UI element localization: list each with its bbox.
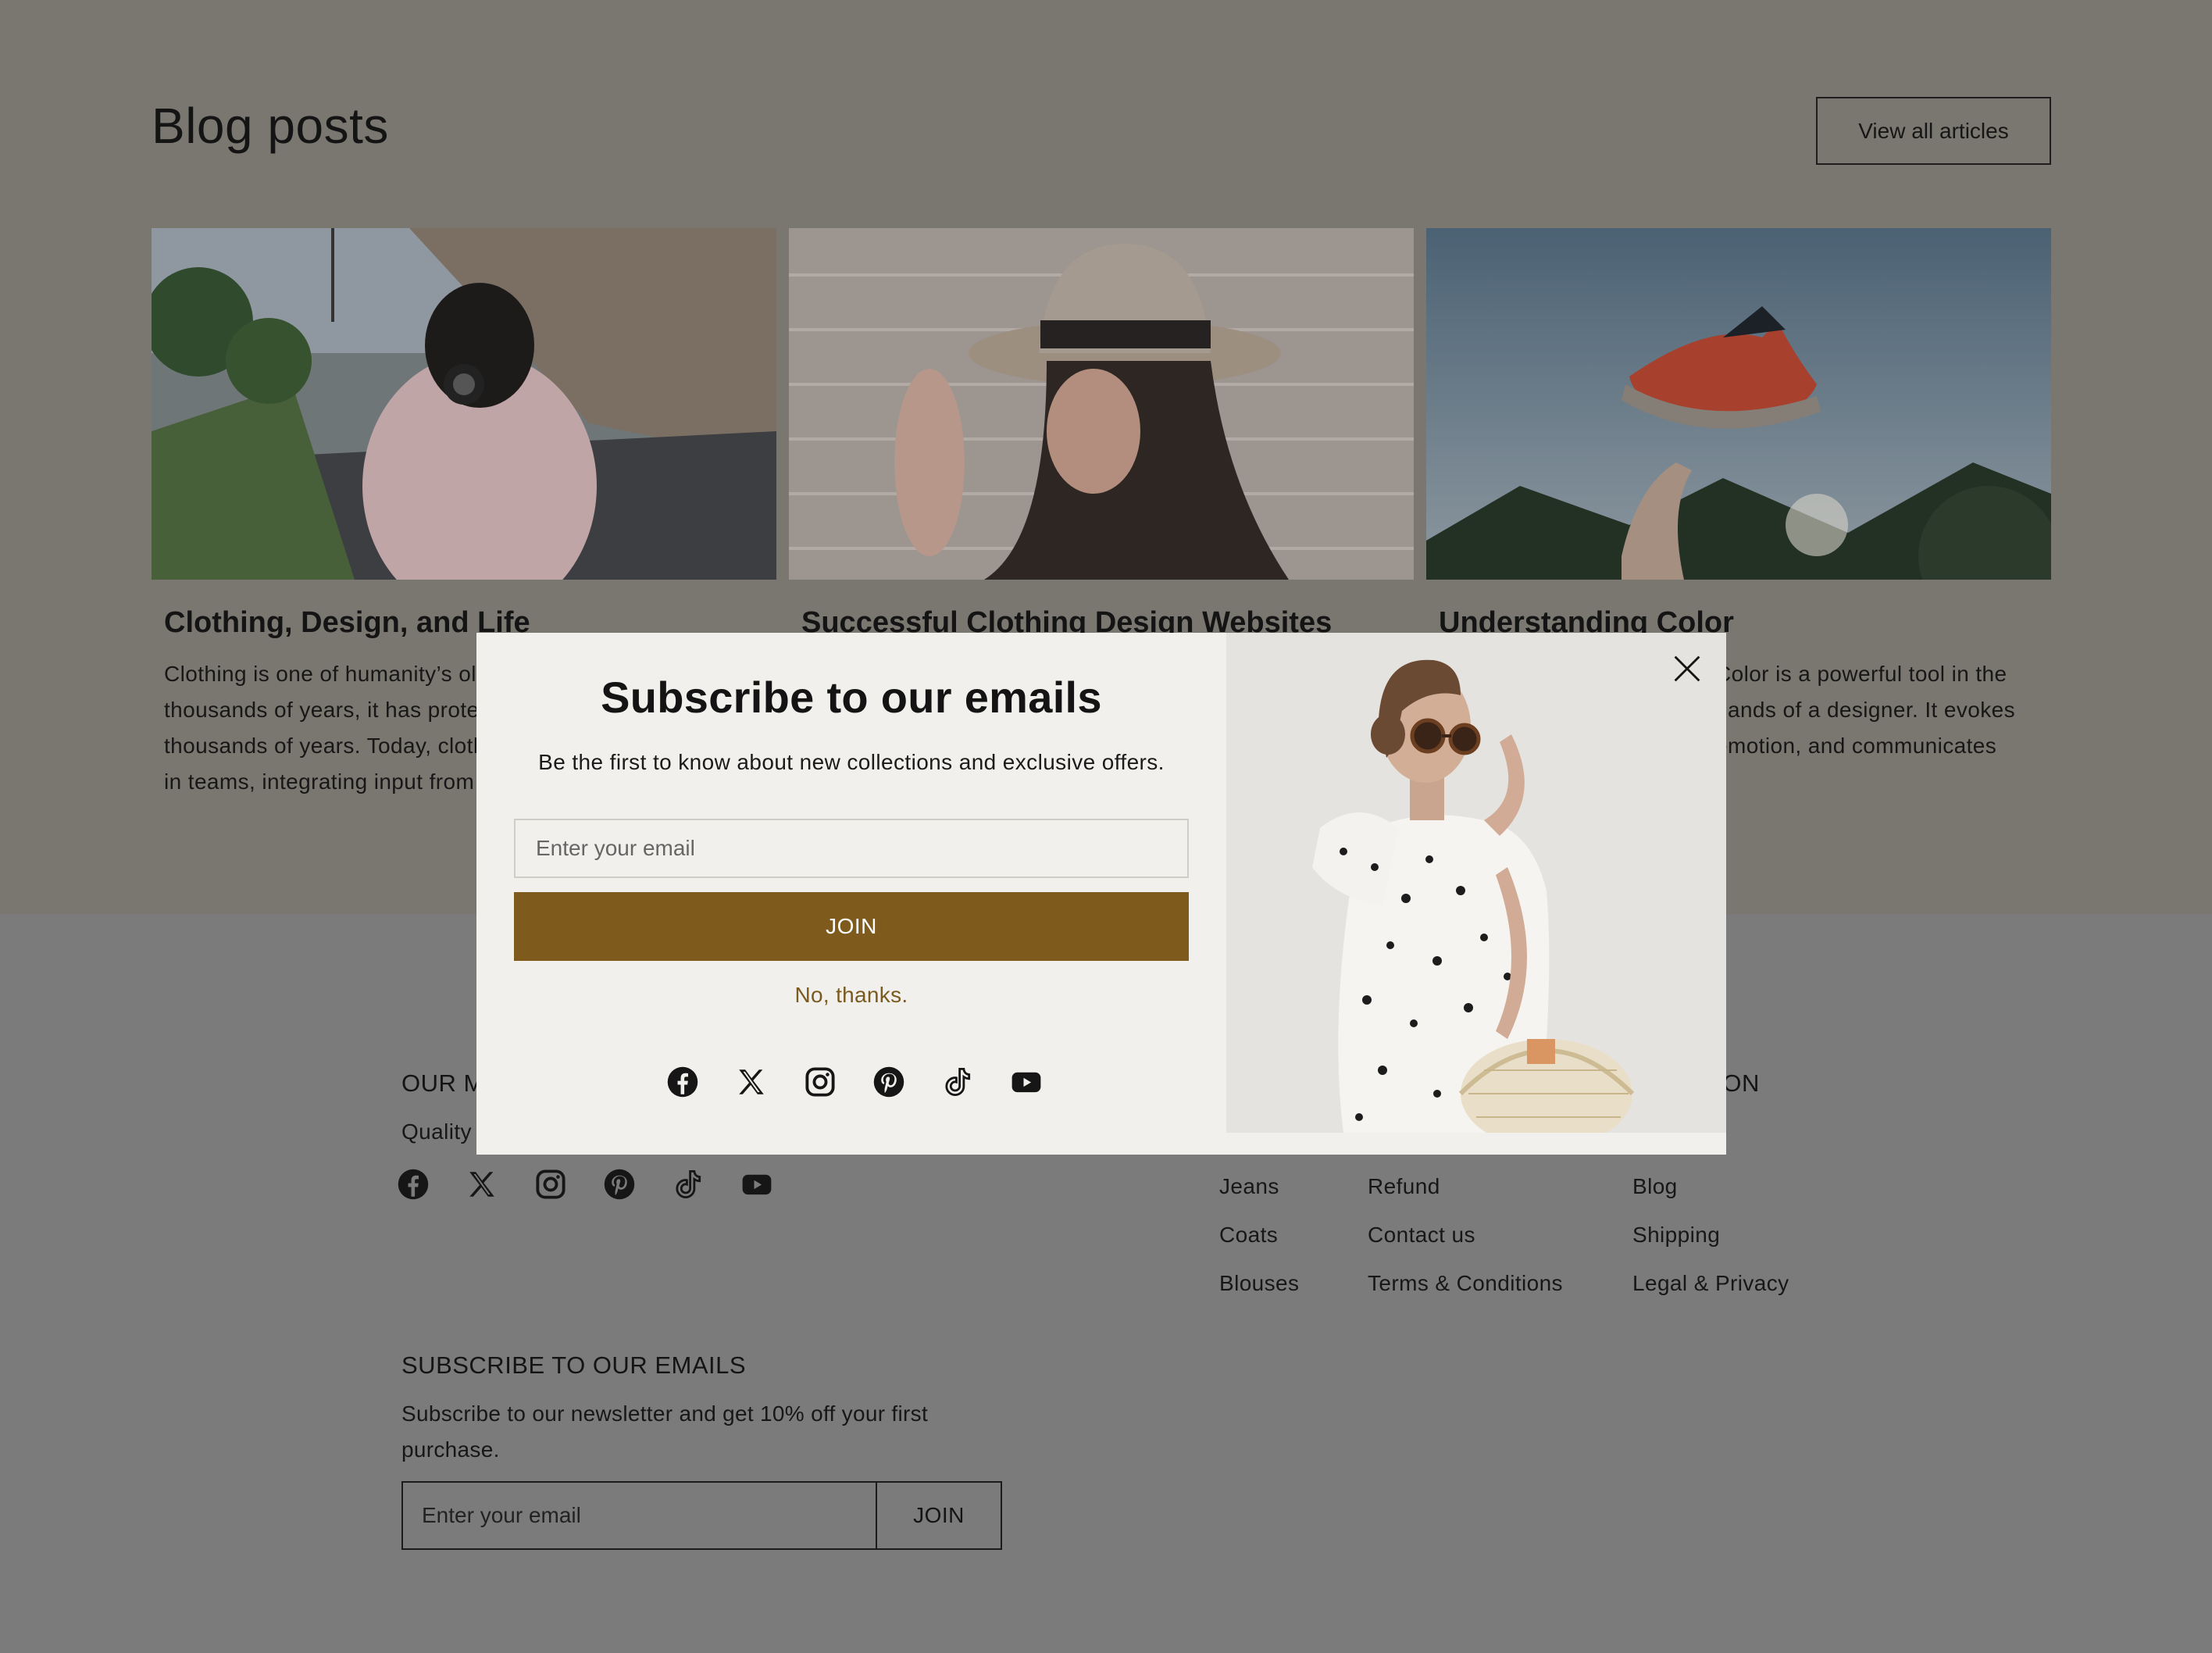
footer-subscribe-form: JOIN	[401, 1481, 1002, 1550]
tiktok-icon[interactable]	[923, 1060, 992, 1104]
modal-social-links	[648, 1060, 1061, 1104]
subscribe-modal: Subscribe to our emails Be the first to …	[476, 633, 1726, 1155]
blog-post-excerpt: Color is a powerful tool in the hands of…	[1715, 662, 2016, 758]
youtube-icon[interactable]	[740, 1162, 809, 1206]
no-thanks-link[interactable]: No, thanks.	[476, 983, 1226, 1008]
blog-card[interactable]: Understanding Color Color is a powerful …	[1426, 228, 2051, 758]
blog-card[interactable]: Clothing, Design, and Life Clothing is o…	[152, 228, 776, 794]
footer-link-terms[interactable]: Terms & Conditions	[1368, 1271, 1563, 1296]
instagram-icon[interactable]	[786, 1060, 854, 1104]
footer-mission-text: Quality	[401, 1119, 472, 1144]
footer-mission-heading: OUR M	[401, 1069, 484, 1097]
blog-title: Blog posts	[152, 98, 389, 154]
x-icon[interactable]	[717, 1060, 786, 1104]
footer-link-refund[interactable]: Refund	[1368, 1174, 1440, 1199]
modal-model-photo	[1226, 633, 1726, 1133]
instagram-icon[interactable]	[534, 1162, 603, 1206]
modal-email-input[interactable]	[514, 819, 1189, 878]
footer-link-contact[interactable]: Contact us	[1368, 1223, 1475, 1248]
view-all-articles-button[interactable]: View all articles	[1816, 97, 2051, 165]
blog-image-sneaker[interactable]	[1426, 228, 2051, 580]
footer-link-blog[interactable]: Blog	[1632, 1174, 1678, 1199]
tiktok-icon[interactable]	[672, 1162, 740, 1206]
blog-image-hat-woman[interactable]	[789, 228, 1414, 580]
blog-image-photographer[interactable]	[152, 228, 776, 580]
footer-link-shipping[interactable]: Shipping	[1632, 1223, 1720, 1248]
modal-image-panel	[1226, 633, 1726, 1155]
pinterest-icon[interactable]	[854, 1060, 923, 1104]
modal-title: Subscribe to our emails	[601, 673, 1102, 722]
pinterest-icon[interactable]	[603, 1162, 672, 1206]
footer-join-button[interactable]: JOIN	[876, 1483, 1001, 1548]
blog-card[interactable]: Successful Clothing Design Websites	[789, 228, 1414, 639]
footer-link-legal[interactable]: Legal & Privacy	[1632, 1271, 1789, 1296]
modal-join-button[interactable]: JOIN	[514, 892, 1189, 961]
footer-link-jeans[interactable]: Jeans	[1219, 1174, 1279, 1199]
facebook-icon[interactable]	[397, 1162, 466, 1206]
footer-subscribe-heading: SUBSCRIBE TO OUR EMAILS	[401, 1351, 747, 1379]
footer-email-input[interactable]	[403, 1483, 876, 1548]
close-icon[interactable]	[1665, 647, 1709, 691]
modal-content: Subscribe to our emails Be the first to …	[476, 633, 1226, 1155]
modal-description: Be the first to know about new collectio…	[538, 750, 1165, 774]
youtube-icon[interactable]	[992, 1060, 1061, 1104]
footer-social-links	[397, 1162, 809, 1206]
blog-post-title[interactable]: Clothing, Design, and Life	[164, 606, 530, 640]
footer-link-coats[interactable]: Coats	[1219, 1223, 1278, 1248]
x-icon[interactable]	[466, 1162, 534, 1206]
footer-link-blouses[interactable]: Blouses	[1219, 1271, 1299, 1296]
footer-subscribe-text: Subscribe to our newsletter and get 10% …	[401, 1401, 929, 1462]
facebook-icon[interactable]	[648, 1060, 717, 1104]
